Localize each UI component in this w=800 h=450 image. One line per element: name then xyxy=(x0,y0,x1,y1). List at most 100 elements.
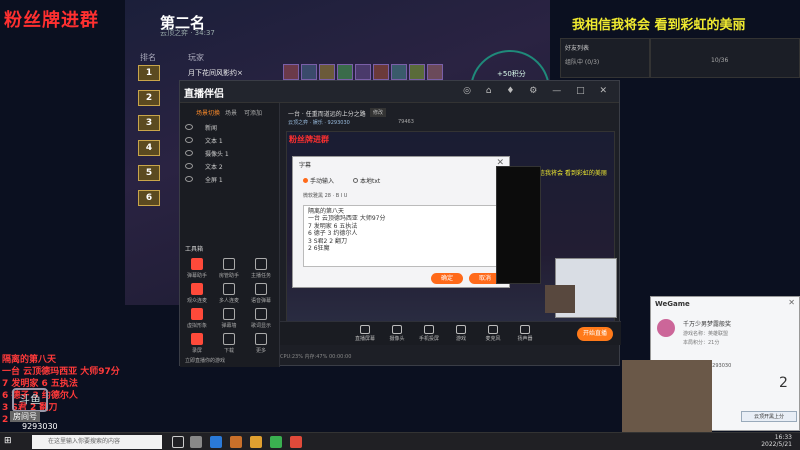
ok-button[interactable]: 确定 xyxy=(431,273,463,284)
task-view-icon[interactable] xyxy=(172,436,184,448)
source-row[interactable]: 文本 2 xyxy=(185,162,275,174)
game-name: 游戏名称：英雄联盟 xyxy=(683,331,729,337)
speaker-button[interactable]: 扬声器 xyxy=(510,325,540,342)
champion-icon xyxy=(337,64,353,80)
score-line: 本局积分：21分 xyxy=(683,340,720,346)
subtitle-textarea[interactable]: 隔离的第八天 一台 云顶德玛西亚 大师97分 7 发明家 6 五执法 6 德子 … xyxy=(303,205,503,267)
champion-icon xyxy=(409,64,425,80)
screen-capture-button[interactable]: 直播屏幕 xyxy=(350,325,380,342)
window-controls[interactable]: ◎ ⌂ ♦ ⚙ — □ ✕ xyxy=(463,86,613,96)
tool-lyrics[interactable]: 歌词显示 xyxy=(248,308,274,329)
eye-icon[interactable] xyxy=(185,124,193,130)
champion-icon xyxy=(391,64,407,80)
text-line: 3 S君2 2 翻刀 xyxy=(308,237,347,245)
start-live-button[interactable]: 开始直播 xyxy=(577,327,613,341)
source-label: 文本 2 xyxy=(205,164,223,171)
tool-download[interactable]: 下载 xyxy=(216,333,242,354)
app-icon[interactable] xyxy=(230,436,242,448)
voice-icon xyxy=(255,283,267,295)
eye-icon[interactable] xyxy=(185,137,193,143)
folder-icon[interactable] xyxy=(250,436,262,448)
source-row[interactable]: 摄像头 1 xyxy=(185,149,275,161)
scene-sidebar: 场景切换 场景 可添加 新闻 文本 1 摄像头 1 文本 2 全屏 1 工具箱 … xyxy=(180,103,280,367)
tab-addable[interactable]: 可添加 xyxy=(244,108,262,117)
game-button[interactable]: 游戏 xyxy=(446,325,476,342)
tool-danmu-assistant[interactable]: 弹幕助手 xyxy=(184,258,210,279)
tool-audience-mic[interactable]: 观众连麦 xyxy=(184,283,210,304)
stream-viewers: 79463 xyxy=(398,119,414,125)
champion-icon xyxy=(319,64,335,80)
toolbox-title: 工具箱 xyxy=(185,246,204,253)
windows-start-icon[interactable]: ⊞ xyxy=(4,436,12,446)
clock[interactable]: 16:33 2022/5/21 xyxy=(761,434,792,448)
edge-icon[interactable] xyxy=(210,436,222,448)
phone-cast-button[interactable]: 手机投屏 xyxy=(414,325,444,342)
join-button[interactable]: 云顶开黑上分 xyxy=(741,411,797,422)
tool-room-manager[interactable]: 房管助手 xyxy=(216,258,242,279)
wegame-title: WeGame xyxy=(655,300,690,308)
text-line: 2 6狂魔 xyxy=(308,245,330,253)
play-icon xyxy=(456,325,466,334)
radio-manual-input[interactable]: 手动输入 xyxy=(303,176,334,185)
close-icon[interactable]: ✕ xyxy=(788,298,795,307)
champion-icon xyxy=(355,64,371,80)
danmu-icon xyxy=(191,258,203,270)
radio-selected-icon xyxy=(303,178,308,183)
tool-record[interactable]: 录屏 xyxy=(184,333,210,354)
wechat-icon[interactable] xyxy=(270,436,282,448)
overlay-note-line: 隔离的第八天 xyxy=(2,355,57,365)
more-icon xyxy=(255,333,267,345)
source-label: 全屏 1 xyxy=(205,177,223,184)
microphone-button[interactable]: 麦克风 xyxy=(478,325,508,342)
room-label: 房间号 xyxy=(10,411,40,422)
avatar[interactable] xyxy=(657,319,675,337)
rank-badge: 4 xyxy=(138,140,160,156)
tool-multi-mic[interactable]: 多人连麦 xyxy=(216,283,242,304)
app-logo: 直播伴侣 xyxy=(184,89,224,100)
room-id: 9293030 xyxy=(709,363,732,369)
tool-more[interactable]: 更多 xyxy=(248,333,274,354)
party-row[interactable]: 组队中 (0/3) xyxy=(565,57,599,66)
text-line: 6 德子 3 约德尔人 xyxy=(308,230,358,238)
format-toolbar[interactable]: 微软雅黑 28 · B I U xyxy=(303,192,503,202)
mini-preview-window xyxy=(496,166,541,284)
screen-icon xyxy=(360,325,370,334)
fan-group-overlay: 粉丝牌进群 xyxy=(4,10,99,31)
friends-panel-title: 好友列表 xyxy=(565,45,590,52)
live-app-icon[interactable] xyxy=(290,436,302,448)
clock-date: 2022/5/21 xyxy=(761,441,792,448)
source-label: 新闻 xyxy=(205,125,218,132)
download-icon xyxy=(223,333,235,345)
camera-button[interactable]: 摄像头 xyxy=(382,325,412,342)
tool-anchor-task[interactable]: 主播任务 xyxy=(248,258,274,279)
mic-icon xyxy=(488,325,498,334)
dialog-title: 字幕 xyxy=(299,162,312,169)
source-row[interactable]: 文本 1 xyxy=(185,136,275,148)
source-row[interactable]: 新闻 xyxy=(185,123,275,135)
champion-icon xyxy=(301,64,317,80)
radio-local-txt[interactable]: 本地txt xyxy=(353,176,380,185)
eye-icon[interactable] xyxy=(185,163,193,169)
source-row[interactable]: 全屏 1 xyxy=(185,175,275,187)
user-name: 千万少男梦露般奖 xyxy=(683,321,732,328)
friends-panel: 好友列表 组队中 (0/3) xyxy=(560,38,650,78)
eye-icon[interactable] xyxy=(185,150,193,156)
champion-icon xyxy=(283,64,299,80)
widgets-icon[interactable] xyxy=(190,436,202,448)
multi-mic-icon xyxy=(223,283,235,295)
tab-scene-switch[interactable]: 场景切换 xyxy=(196,108,220,117)
bottom-toolbar: 直播屏幕 摄像头 手机投屏 游戏 麦克风 扬声器 开始直播 xyxy=(280,321,621,345)
footer-note[interactable]: 立即直播你的游戏 xyxy=(185,357,225,364)
edit-title-button[interactable]: 修改 xyxy=(370,108,387,117)
placement-number: 2 xyxy=(779,375,788,391)
camera-icon xyxy=(392,325,402,334)
tool-voice-danmu[interactable]: 语音弹幕 xyxy=(248,283,274,304)
avatar-icon xyxy=(191,308,203,320)
tab-scene[interactable]: 场景 xyxy=(225,108,237,117)
taskbar-search-input[interactable]: 在这里输入你要搜索的内容 xyxy=(32,435,162,449)
room-number: 9293030 xyxy=(22,422,58,431)
tool-avatar[interactable]: 虚拟形象 xyxy=(184,308,210,329)
eye-icon[interactable] xyxy=(185,176,193,182)
tool-danmu-wall[interactable]: 弹幕墙 xyxy=(216,308,242,329)
record-icon xyxy=(191,333,203,345)
